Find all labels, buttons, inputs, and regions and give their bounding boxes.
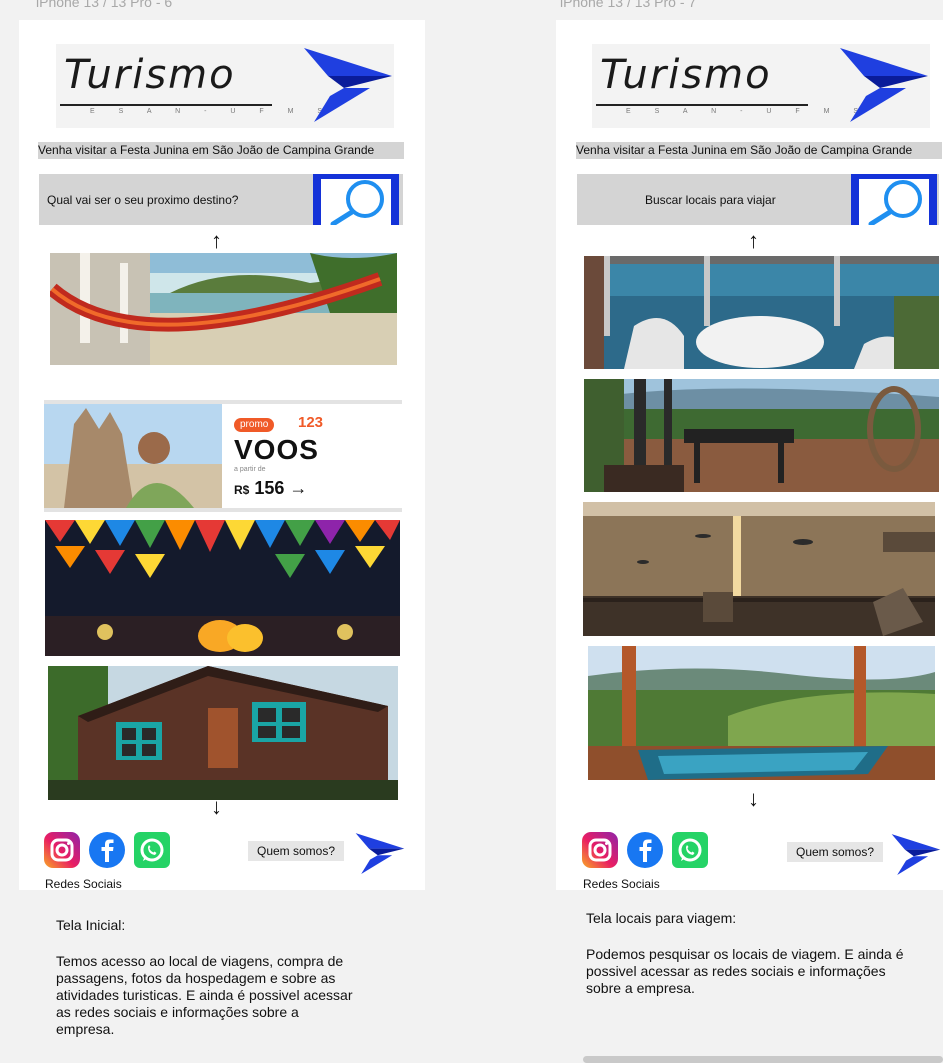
photo-balcony-table[interactable] <box>584 256 939 369</box>
photo-hammock[interactable] <box>50 253 397 365</box>
photo-sunset-sea[interactable] <box>583 502 935 636</box>
scroll-up-arrow-icon[interactable]: ↑ <box>211 230 222 252</box>
promo-price: R$ 156 → <box>234 478 307 499</box>
search-input[interactable]: Buscar locais para viajar <box>645 193 776 207</box>
social-label: Redes Sociais <box>45 877 122 891</box>
instagram-icon[interactable] <box>582 832 618 868</box>
search-bar[interactable]: Qual vai ser o seu proximo destino? <box>39 174 403 225</box>
photo-cabin[interactable] <box>48 666 398 800</box>
promo-banner[interactable]: Venha visitar a Festa Junina em São João… <box>576 142 942 159</box>
magnifier-icon <box>330 180 384 225</box>
photo-valley-pool[interactable] <box>588 646 935 780</box>
scroll-up-arrow-icon[interactable]: ↑ <box>748 230 759 252</box>
magnifier-icon <box>868 180 922 225</box>
facebook-icon[interactable] <box>89 832 125 868</box>
whatsapp-icon[interactable] <box>134 832 170 868</box>
logo-title: Turismo <box>600 52 772 98</box>
scroll-down-arrow-icon[interactable]: ↓ <box>211 796 222 818</box>
promo-flights-card[interactable]: promo 123 VOOS a partir de R$ 156 → <box>44 400 402 512</box>
logo: Turismo E S A N - U F M S <box>56 44 394 128</box>
plane-logo-icon <box>304 48 392 122</box>
photo-deck[interactable] <box>584 379 939 492</box>
screen-description: Temos acesso ao local de viagens, compra… <box>56 953 353 1037</box>
bottom-scrollbar[interactable] <box>583 1056 943 1063</box>
search-button[interactable] <box>851 174 937 225</box>
logo: Turismo E S A N - U F M S <box>592 44 930 128</box>
promo-number: 123 <box>298 414 324 431</box>
whatsapp-icon[interactable] <box>672 832 708 868</box>
promo-price-value: 156 <box>254 478 285 498</box>
photo-festa-junina[interactable] <box>45 520 400 656</box>
scroll-down-arrow-icon[interactable]: ↓ <box>748 788 759 810</box>
promo-currency: R$ <box>234 483 250 497</box>
search-button[interactable] <box>313 174 399 225</box>
instagram-icon[interactable] <box>44 832 80 868</box>
frame-label: iPhone 13 / 13 Pro - 6 <box>36 0 173 10</box>
about-us-button[interactable]: Quem somos? <box>248 841 344 861</box>
facebook-icon[interactable] <box>627 832 663 868</box>
plane-logo-icon <box>891 834 941 875</box>
screen-title: Tela locais para viagem: <box>586 910 737 926</box>
search-bar[interactable]: Buscar locais para viajar <box>577 174 939 225</box>
promo-banner[interactable]: Venha visitar a Festa Junina em São João… <box>38 142 404 159</box>
screen-title: Tela Inicial: <box>56 917 126 933</box>
search-input[interactable]: Qual vai ser o seu proximo destino? <box>47 193 238 207</box>
plane-logo-icon <box>840 48 928 122</box>
promo-arrow-icon: → <box>289 478 308 498</box>
about-us-button[interactable]: Quem somos? <box>787 842 883 862</box>
plane-logo-icon <box>355 833 405 874</box>
social-label: Redes Sociais <box>583 877 660 891</box>
traveler-photo <box>44 404 222 508</box>
logo-title: Turismo <box>64 52 236 98</box>
promo-headline: VOOS <box>234 434 319 465</box>
promo-badge: promo <box>234 418 275 432</box>
screen-description: Podemos pesquisar os locais de viagem. E… <box>586 946 904 996</box>
promo-from-label: a partir de <box>234 466 266 473</box>
frame-label: iPhone 13 / 13 Pro - 7 <box>560 0 697 10</box>
